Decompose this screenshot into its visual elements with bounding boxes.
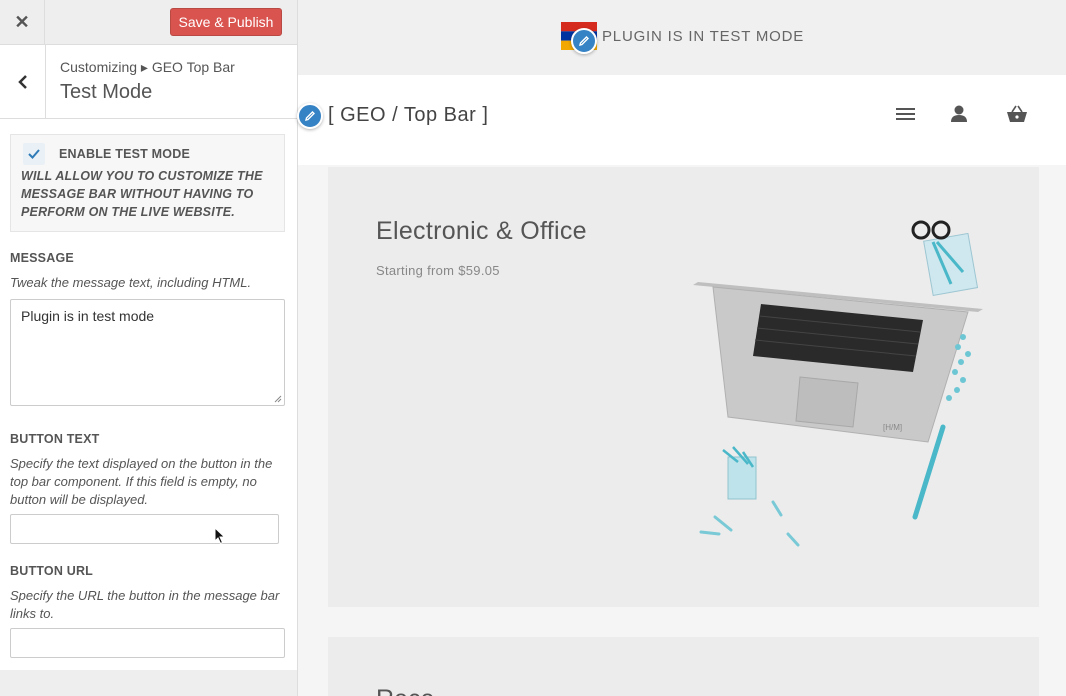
message-description: Tweak the message text, including HTML. <box>10 275 252 290</box>
geo-top-bar: PLUGIN IS IN TEST MODE <box>298 0 1066 75</box>
topbar-message: PLUGIN IS IN TEST MODE <box>602 28 805 45</box>
section-title: Test Mode <box>60 81 153 103</box>
hero-title: Electronic & Office <box>376 217 587 245</box>
button-url-input[interactable] <box>10 628 285 658</box>
message-label: MESSAGE <box>10 251 74 265</box>
edit-site-title-button[interactable] <box>297 103 323 129</box>
button-url-label: BUTTON URL <box>10 564 94 578</box>
chevron-left-icon <box>17 74 27 89</box>
button-text-input[interactable] <box>10 514 279 544</box>
section-heading: Rece <box>376 685 434 696</box>
site-preview: PLUGIN IS IN TEST MODE [ GEO / Top Bar ]… <box>297 0 1066 696</box>
test-mode-checkbox[interactable] <box>23 143 45 165</box>
button-text-description: Specify the text displayed on the button… <box>10 456 273 507</box>
basket-icon[interactable] <box>1006 103 1028 125</box>
button-text-label: BUTTON TEXT <box>10 432 100 446</box>
site-title[interactable]: [ GEO / Top Bar ] <box>328 104 488 127</box>
recent-products-section: Rece <box>328 637 1039 696</box>
menu-icon[interactable] <box>896 103 916 125</box>
breadcrumb: Customizing ▸ GEO Top Bar <box>60 59 235 75</box>
button-url-description: Specify the URL the button in the messag… <box>10 588 280 621</box>
test-mode-description: WILL ALLOW YOU TO CUSTOMIZE THE MESSAGE … <box>21 169 263 219</box>
test-mode-control: ENABLE TEST MODE WILL ALLOW YOU TO CUSTO… <box>10 134 285 232</box>
test-mode-label: ENABLE TEST MODE <box>59 147 190 161</box>
hero-subtitle: Starting from $59.05 <box>376 263 500 278</box>
save-publish-button[interactable]: Save & Publish <box>170 8 282 36</box>
user-icon[interactable] <box>949 103 969 125</box>
hero-banner[interactable]: Electronic & Office Starting from $59.05… <box>328 167 1039 607</box>
controls-panel: ENABLE TEST MODE WILL ALLOW YOU TO CUSTO… <box>0 119 297 670</box>
pencil-icon <box>305 111 315 121</box>
svg-text:[H/M]: [H/M] <box>883 423 902 432</box>
back-button[interactable] <box>0 45 46 118</box>
checkmark-icon <box>28 149 40 159</box>
section-header: Customizing ▸ GEO Top Bar Test Mode <box>0 45 297 119</box>
edit-topbar-button[interactable] <box>571 28 597 54</box>
pencil-icon <box>579 36 589 46</box>
laptop-illustration: [H/M] <box>693 220 983 547</box>
sidebar-header: ✕ Save & Publish <box>0 0 297 45</box>
customizer-sidebar: ✕ Save & Publish Customizing ▸ GEO Top B… <box>0 0 298 696</box>
close-button[interactable]: ✕ <box>0 0 45 45</box>
mouse-cursor-icon <box>214 527 226 545</box>
message-textarea[interactable]: Plugin is in test mode <box>10 299 285 406</box>
site-header: [ GEO / Top Bar ] <box>297 75 1066 165</box>
resize-handle-icon[interactable] <box>274 395 282 403</box>
